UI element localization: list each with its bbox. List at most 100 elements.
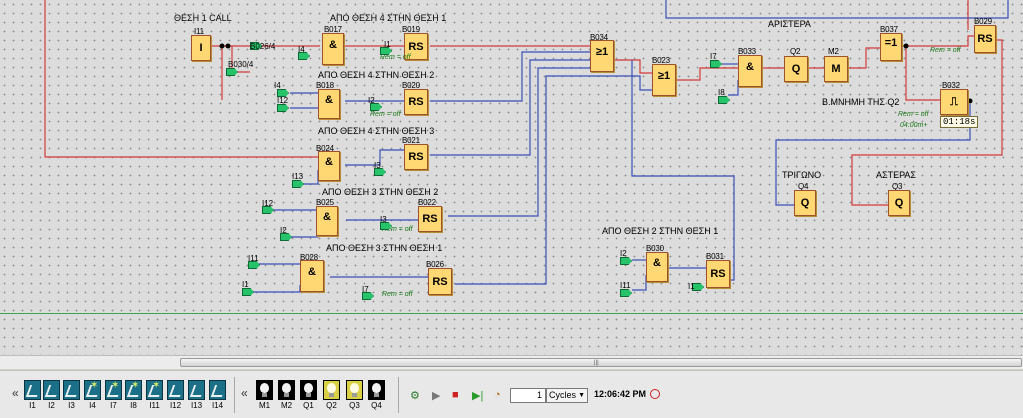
timer-display: 01:18s <box>940 116 979 128</box>
horizontal-scrollbar[interactable]: ||| <box>0 355 1023 369</box>
pin-i1: I7 <box>362 285 369 294</box>
input-block-i11[interactable]: I <box>191 35 211 61</box>
title-pos4-to-2: ΑΠΟ ΘΕΣΗ 4 ΣΤΗΝ ΘΕΣΗ 2 <box>318 70 435 80</box>
cycle-speed-icon[interactable]: ◔ <box>494 389 501 401</box>
block-label-q2: Q2 <box>790 47 801 56</box>
timer-block-b032[interactable]: ⎍ <box>940 89 968 115</box>
pin-i11: I11 <box>620 281 631 290</box>
rs-block-b029[interactable]: RS <box>974 25 996 53</box>
title-memory-q2: Β.ΜΝΗΜΗ ΤΗΣ Q2 <box>822 97 900 107</box>
input-switch-i8[interactable]: I8 <box>125 380 142 410</box>
block-label-m2: M2 <box>828 47 839 56</box>
output-lamp-q1: Q1 <box>300 380 317 410</box>
remanence-b020: Rem = off <box>370 111 401 118</box>
title-pos4-to-3: ΑΠΟ ΘΕΣΗ 4 ΣΤΗΝ ΘΕΣΗ 3 <box>318 126 435 136</box>
input-switch-i11[interactable]: I11 <box>146 380 163 410</box>
lamp-icon <box>278 380 295 400</box>
pin-i8: I8 <box>718 88 725 97</box>
input-switch-i3[interactable]: I3 <box>63 380 80 410</box>
switch-icon <box>84 380 101 400</box>
and-block-b025[interactable]: & <box>316 206 338 236</box>
step-icon[interactable]: ▶| <box>472 389 483 402</box>
pin-i1: I1 <box>384 40 391 49</box>
lamp-icon <box>300 380 317 400</box>
switch-icon <box>24 380 41 400</box>
lamp-icon <box>368 380 385 400</box>
rs-block-b031[interactable]: RS <box>706 260 730 288</box>
flag-block-m2[interactable]: M <box>824 56 848 82</box>
or-block-b034[interactable]: ≥1 <box>590 40 614 72</box>
and-block-b028[interactable]: & <box>300 260 324 292</box>
play-icon[interactable]: ▶ <box>432 389 440 402</box>
input-switch-i13[interactable]: I13 <box>188 380 205 410</box>
and-block-b033[interactable]: & <box>738 55 762 87</box>
pin-i11: I1 <box>242 280 249 289</box>
input-switch-i14[interactable]: I14 <box>209 380 226 410</box>
switch-icon <box>209 380 226 400</box>
clock-icon[interactable] <box>650 389 660 399</box>
title-pos3-to-1: ΑΠΟ ΘΕΣΗ 3 ΣΤΗΝ ΘΕΣΗ 1 <box>326 243 443 253</box>
cycles-input[interactable]: 1 <box>510 388 546 403</box>
collapse-left-icon[interactable]: « <box>241 386 248 400</box>
logic-canvas[interactable]: ΘΕΣΗ 1 CALL ΑΠΟ ΘΕΣΗ 4 ΣΤΗΝ ΘΕΣΗ 1 ΑΠΟ Θ… <box>0 0 1023 355</box>
or-block-b023[interactable]: ≥1 <box>652 64 676 96</box>
pin-i13: I13 <box>292 172 304 181</box>
pin-i12: I12 <box>277 96 289 105</box>
title-pos4-to-1: ΑΠΟ ΘΕΣΗ 4 ΣΤΗΝ ΘΕΣΗ 1 <box>330 13 447 23</box>
pin-i3: I12 <box>262 199 274 208</box>
input-switch-i4[interactable]: I4 <box>84 380 101 410</box>
network-icon[interactable]: ⚙ <box>410 389 420 402</box>
output-block-q4[interactable]: Q <box>794 190 816 216</box>
remanence-b032: Rem = off <box>898 111 929 118</box>
connector-b026-4: B026/4 <box>250 42 276 51</box>
cycles-unit-select[interactable]: Cycles ▼ <box>546 388 588 403</box>
scrollbar-thumb[interactable] <box>180 358 1022 367</box>
simulation-clock: 12:06:42 PM <box>594 389 647 399</box>
title-left: ΑΡΙΣΤΕΡΑ <box>768 19 811 29</box>
switch-icon <box>105 380 122 400</box>
pin-i3: I11 <box>248 254 259 263</box>
lamp-icon <box>346 380 363 400</box>
remanence-b029: Rem = off <box>930 47 961 54</box>
rs-block-b020[interactable]: RS <box>404 89 428 115</box>
input-switch-i2[interactable]: I2 <box>43 380 60 410</box>
output-lamp-m1: M1 <box>256 380 273 410</box>
title-pos1-call: ΘΕΣΗ 1 CALL <box>174 13 232 23</box>
switch-icon <box>188 380 205 400</box>
switch-icon <box>43 380 60 400</box>
pin-i7: I7 <box>710 52 717 61</box>
pin-i4: I4 <box>298 45 305 54</box>
switch-icon <box>167 380 184 400</box>
output-block-q3[interactable]: Q <box>888 190 910 216</box>
pin-i1: I1 <box>688 282 695 291</box>
remanence-b026: Rem = off <box>382 291 413 298</box>
grip-icon: ||| <box>594 360 599 366</box>
and-block-b024[interactable]: & <box>318 151 340 181</box>
switch-icon <box>125 380 142 400</box>
title-pos3-to-2: ΑΠΟ ΘΕΣΗ 3 ΣΤΗΝ ΘΕΣΗ 2 <box>322 187 439 197</box>
and-block-b017[interactable]: & <box>322 33 344 65</box>
xor-block-b037[interactable]: =1 <box>880 33 902 61</box>
output-block-q2[interactable]: Q <box>784 56 808 82</box>
input-switch-i12[interactable]: I12 <box>167 380 184 410</box>
simulation-toolbar: « I1 I2 I3 I4 I7 I8 I11 I12 I13 I14 « M1… <box>0 370 1023 418</box>
input-switch-i7[interactable]: I7 <box>105 380 122 410</box>
pin-i3: I3 <box>374 161 381 170</box>
pin-i2: I2 <box>620 249 627 258</box>
page-boundary-line <box>0 313 1023 314</box>
output-lamp-m2: M2 <box>278 380 295 410</box>
rs-block-b021[interactable]: RS <box>404 144 428 170</box>
rs-block-b022[interactable]: RS <box>418 206 442 232</box>
switch-icon <box>146 380 163 400</box>
title-triangle: ΤΡΙΓΩΝΟ <box>782 170 822 180</box>
input-switch-i1[interactable]: I1 <box>24 380 41 410</box>
and-block-b018[interactable]: & <box>318 89 340 119</box>
output-lamp-q4: Q4 <box>368 380 385 410</box>
output-lamp-q3: Q3 <box>346 380 363 410</box>
timer-setting: 04:00m+ <box>900 122 928 129</box>
rs-block-b026[interactable]: RS <box>428 268 452 295</box>
collapse-left-icon[interactable]: « <box>12 386 19 400</box>
and-block-b030[interactable]: & <box>646 252 668 282</box>
stop-icon[interactable]: ■ <box>452 389 459 401</box>
toolbar-divider <box>398 377 399 413</box>
